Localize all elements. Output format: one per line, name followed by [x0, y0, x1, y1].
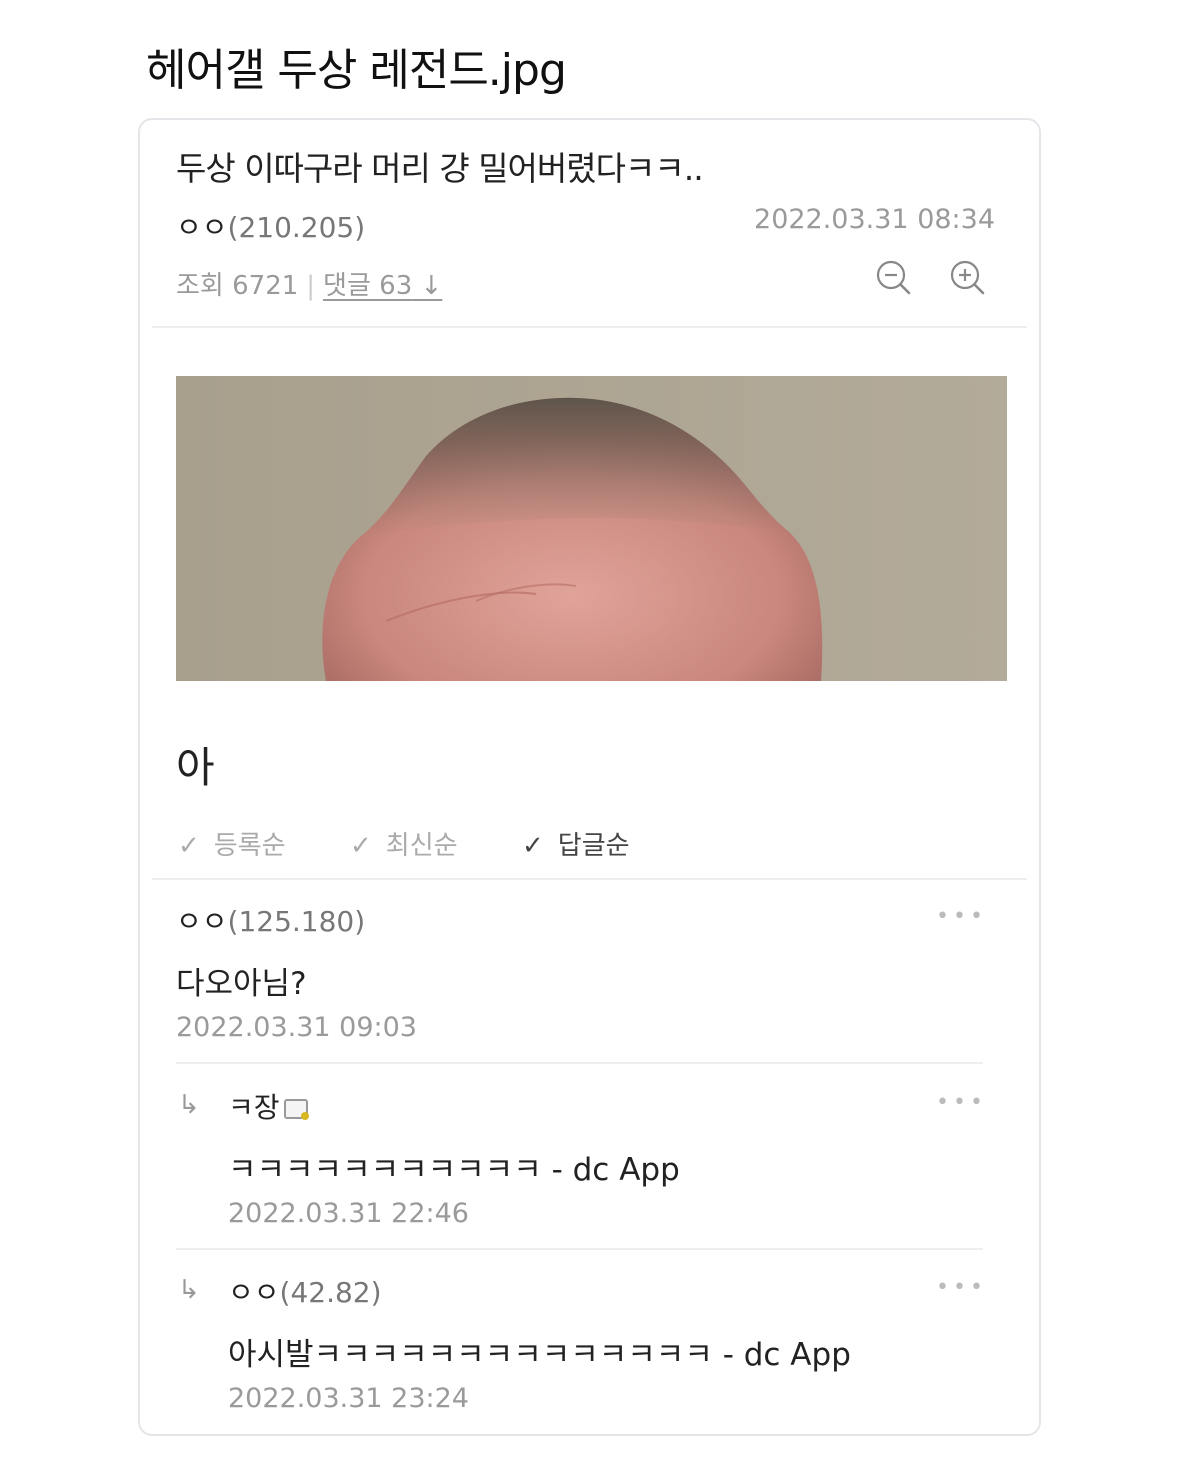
view-count: 조회 6721	[176, 271, 299, 301]
meta-separator: |	[306, 271, 316, 301]
comment-date: 2022.03.31 23:24	[228, 1383, 469, 1414]
comment-author-nick[interactable]: ㅋ장	[228, 1091, 280, 1124]
comment-author-ip: (42.82)	[279, 1276, 382, 1309]
comment-author-ip: (125.180)	[227, 905, 366, 938]
sort-option-label[interactable]: 등록순	[214, 831, 286, 861]
post-title: 두상 이따구라 머리 걍 밀어버렸다ㅋㅋ..	[176, 149, 704, 188]
sort-option-label[interactable]: 답글순	[558, 831, 630, 861]
sort-option-replies[interactable]: ✓ 답글순	[522, 825, 630, 862]
checkmark-icon: ✓	[350, 831, 372, 861]
comment-author[interactable]: ㅋ장	[228, 1086, 309, 1126]
sort-option-registered[interactable]: ✓ 등록순	[178, 825, 286, 862]
post-date: 2022.03.31 08:34	[754, 204, 995, 235]
comment-author-nick[interactable]: ㅇㅇ	[176, 905, 228, 938]
post-card: 두상 이따구라 머리 걍 밀어버렸다ㅋㅋ.. ㅇㅇ(210.205) 2022.…	[138, 118, 1041, 1436]
page-title: 헤어갤 두상 레전드.jpg	[146, 45, 567, 96]
post-author-nick[interactable]: ㅇㅇ	[176, 211, 228, 244]
comment-author[interactable]: ㅇㅇ(125.180)	[176, 900, 365, 940]
sort-option-label[interactable]: 최신순	[386, 831, 458, 861]
zoom-in-icon[interactable]	[948, 258, 988, 302]
gallery-manager-badge-icon	[283, 1099, 309, 1120]
reply-arrow-icon: ↳	[178, 1090, 200, 1120]
comment-author-nick[interactable]: ㅇㅇ	[228, 1276, 280, 1309]
post-author[interactable]: ㅇㅇ(210.205)	[176, 206, 365, 246]
comment-text: 다오아님?	[176, 966, 307, 1002]
comment-count-link[interactable]: 댓글 63 ↓	[323, 271, 442, 301]
header-divider	[152, 326, 1027, 328]
sort-option-latest[interactable]: ✓ 최신순	[350, 825, 458, 862]
more-options-icon[interactable]: •••	[936, 1275, 987, 1300]
comment-author[interactable]: ㅇㅇ(42.82)	[228, 1271, 382, 1311]
post-author-ip: (210.205)	[227, 211, 366, 244]
comment-text: ㅋㅋㅋㅋㅋㅋㅋㅋㅋㅋㅋ - dc App	[228, 1152, 680, 1188]
comment-date: 2022.03.31 22:46	[228, 1198, 469, 1229]
more-options-icon[interactable]: •••	[936, 1090, 987, 1115]
reply-arrow-icon: ↳	[178, 1275, 200, 1305]
checkmark-icon: ✓	[522, 831, 544, 861]
post-body: 아	[176, 743, 215, 792]
more-options-icon[interactable]: •••	[936, 904, 987, 929]
comment-text: 아시발ㅋㅋㅋㅋㅋㅋㅋㅋㅋㅋㅋㅋㅋㅋ - dc App	[228, 1337, 851, 1373]
post-meta: 조회 6721 | 댓글 63 ↓	[176, 265, 442, 302]
comment-divider	[176, 1248, 983, 1250]
comments-divider	[152, 878, 1027, 880]
comment-date: 2022.03.31 09:03	[176, 1012, 417, 1043]
comment-count-label[interactable]: 댓글 63	[323, 271, 412, 301]
zoom-out-icon[interactable]	[874, 258, 914, 302]
arrow-down-icon: ↓	[412, 271, 443, 301]
shaved-head-photo	[176, 376, 1007, 681]
checkmark-icon: ✓	[178, 831, 200, 861]
comment-divider	[176, 1062, 983, 1064]
post-image[interactable]	[176, 376, 1007, 681]
